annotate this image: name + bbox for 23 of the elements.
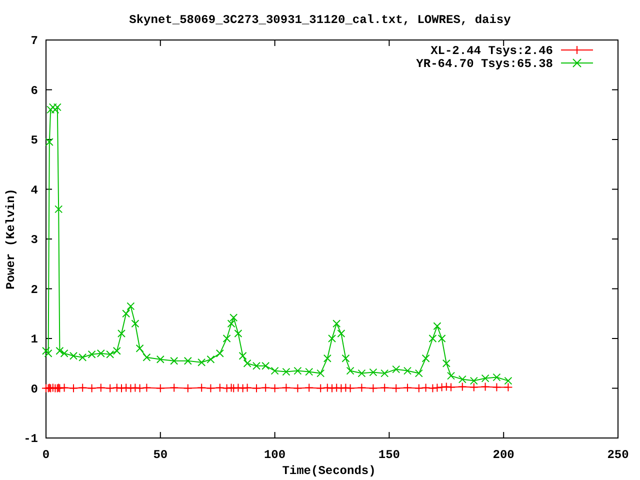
y-tick-label: 5 <box>30 134 38 148</box>
x-tick-label: 150 <box>378 448 400 462</box>
x-tick-label: 0 <box>42 448 50 462</box>
y-tick-label: 3 <box>30 233 38 247</box>
legend-label: XL-2.44 Tsys:2.46 <box>430 44 553 58</box>
y-tick-label: -1 <box>24 432 38 446</box>
y-tick-label: 2 <box>30 282 38 297</box>
legend-label: YR-64.70 Tsys:65.38 <box>416 57 553 71</box>
y-tick-label: 7 <box>30 34 38 48</box>
y-tick-label: 1 <box>30 332 38 346</box>
x-tick-label: 50 <box>153 448 168 462</box>
y-tick-label: 0 <box>30 382 38 396</box>
x-tick-label: 100 <box>264 448 286 462</box>
x-tick-label: 200 <box>492 448 514 462</box>
plus-icon <box>572 46 582 54</box>
chart-title: Skynet_58069_3C273_30931_31120_cal.txt, LOWRES, daisy <box>129 13 511 27</box>
x-tick-label: 250 <box>607 448 629 462</box>
y-tick-label: 6 <box>30 84 38 98</box>
cross-icon <box>572 58 582 68</box>
legend-line <box>560 62 594 64</box>
y-axis-label: Power (Kelvin) <box>4 188 18 290</box>
y-tick-label: 4 <box>30 183 38 198</box>
x-axis-label: Time(Seconds) <box>282 464 376 478</box>
